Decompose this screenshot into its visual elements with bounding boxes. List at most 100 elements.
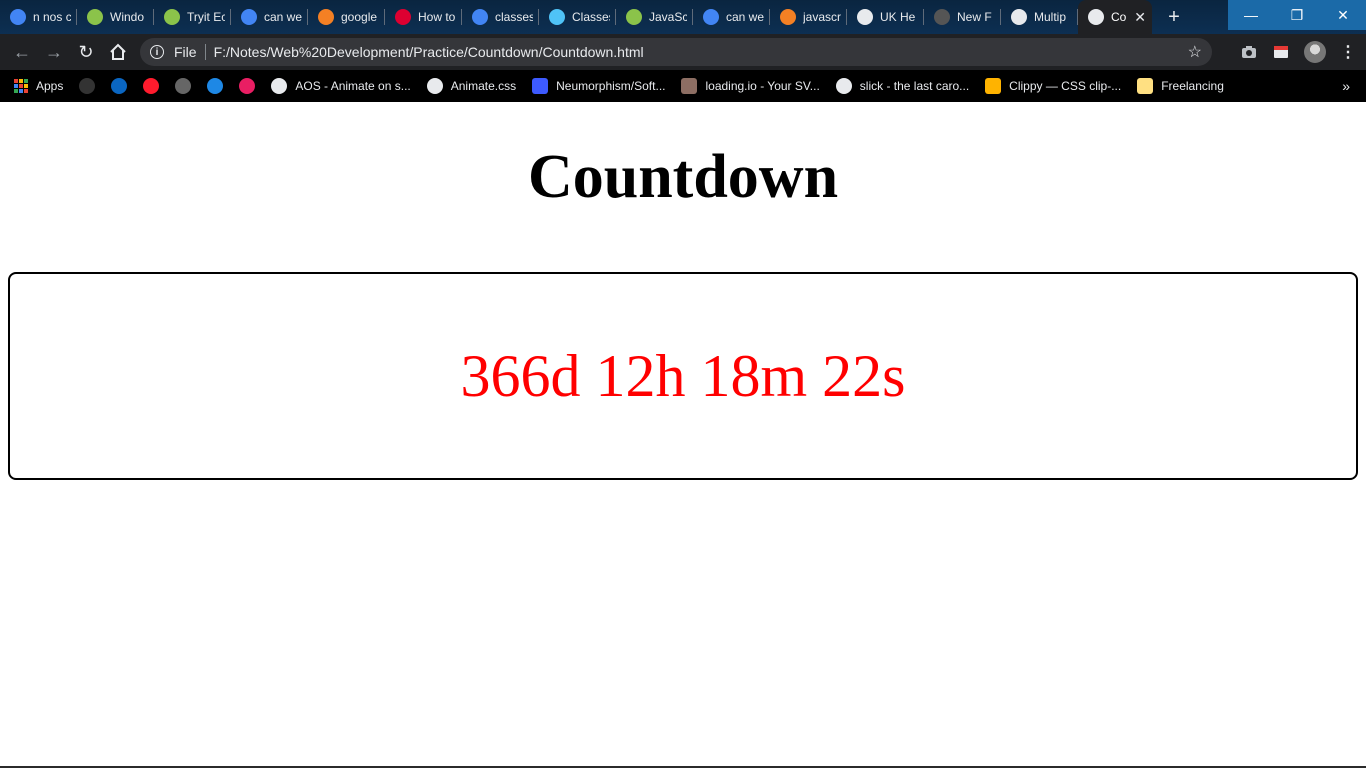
toolbar-extensions: ⋮ [1240, 34, 1356, 70]
window-controls: — ❐ ✕ [1228, 0, 1366, 30]
stackoverflow-icon [318, 9, 334, 25]
tab-list: n nos c Windo Tryit Ec can we google How to cl… [0, 0, 1152, 34]
maximize-button[interactable]: ❐ [1274, 0, 1320, 30]
home-icon [110, 43, 126, 60]
bookmark-item[interactable]: Animate.css [426, 78, 517, 94]
tab[interactable]: Tryit Ec [154, 0, 231, 34]
bookmark-label: Neumorphism/Soft... [556, 79, 666, 93]
tab[interactable]: javascr [770, 0, 847, 34]
tab[interactable]: can we [231, 0, 308, 34]
reload-button[interactable]: ↻ [70, 36, 102, 68]
bookmark-label: loading.io - Your SV... [705, 79, 820, 93]
camera-icon[interactable] [1240, 43, 1258, 61]
omnibox-divider [204, 44, 206, 60]
bookmark-label: Clippy — CSS clip-... [1009, 79, 1122, 93]
google-icon [10, 9, 26, 25]
close-window-button[interactable]: ✕ [1320, 0, 1366, 30]
arrow-right-icon: → [45, 41, 63, 62]
tab[interactable]: google [308, 0, 385, 34]
bookmark-label: AOS - Animate on s... [295, 79, 411, 93]
google-icon [472, 9, 488, 25]
tab[interactable]: can we [693, 0, 770, 34]
forward-button[interactable]: → [38, 36, 70, 68]
bookmark-item[interactable]: Clippy — CSS clip-... [985, 78, 1121, 94]
info-icon[interactable]: i [150, 45, 164, 59]
bookmark-star-icon[interactable]: ☆ [1188, 42, 1202, 62]
tab-title: n nos c [33, 10, 71, 24]
tab-title: Tryit Ec [187, 10, 225, 24]
bookmark-item[interactable]: Freelancing [1137, 78, 1224, 94]
bookmark-label: slick - the last caro... [859, 79, 970, 93]
opera-icon [143, 78, 160, 94]
tab-active[interactable]: Co ✕ [1078, 0, 1152, 34]
address-bar[interactable]: i File F:/Notes/Web%20Development/Practi… [140, 38, 1212, 66]
url-text[interactable]: F:/Notes/Web%20Development/Practice/Coun… [214, 44, 644, 60]
tab-title: Multip [1034, 10, 1067, 24]
w3schools-icon [87, 9, 103, 25]
tab-title: google [341, 10, 378, 24]
globe-icon [271, 78, 288, 94]
flag-icon [207, 78, 224, 94]
url-scheme: File [174, 44, 197, 60]
tab[interactable]: n nos c [0, 0, 77, 34]
globe-icon [857, 9, 873, 25]
js-icon [239, 78, 256, 94]
neumorphism-icon [532, 78, 549, 94]
tab[interactable]: Multip [1001, 0, 1078, 34]
more-bookmarks-button[interactable]: » [1342, 78, 1350, 94]
bookmark-icon-only[interactable] [175, 78, 192, 94]
bookmark-apps[interactable]: Apps [14, 79, 63, 93]
globe-icon [835, 78, 852, 94]
bookmark-icon-only[interactable] [143, 78, 160, 94]
tab-title: can we [726, 10, 764, 24]
profile-avatar[interactable] [1304, 41, 1326, 63]
bookmark-label: Animate.css [450, 79, 517, 93]
tab[interactable]: How to [385, 0, 462, 34]
bookmark-icon-only[interactable] [239, 78, 256, 94]
page-content: Countdown 366d 12h 18m 22s [0, 102, 1366, 768]
tab-strip: n nos c Windo Tryit Ec can we google How to cl… [0, 0, 1366, 34]
tab[interactable]: Classes [539, 0, 616, 34]
countdown-box: 366d 12h 18m 22s [8, 272, 1358, 480]
home-button[interactable] [102, 36, 134, 68]
loadingio-icon [681, 78, 698, 94]
tab[interactable]: New F [924, 0, 1001, 34]
page-title: Countdown [527, 143, 839, 211]
sphere-icon [175, 78, 192, 94]
bookmark-item[interactable]: slick - the last caro... [835, 78, 970, 94]
tab-title: How to [418, 10, 456, 24]
tab[interactable]: JavaSc [616, 0, 693, 34]
linkedin-icon [111, 78, 128, 94]
globe-icon [1011, 9, 1027, 25]
extension-icon[interactable] [1272, 43, 1290, 61]
bookmark-icon-only[interactable] [111, 78, 128, 94]
arrow-left-icon: ← [13, 41, 31, 62]
w3schools-icon [626, 9, 642, 25]
bookmark-item[interactable]: AOS - Animate on s... [271, 78, 411, 94]
back-button[interactable]: ← [6, 36, 38, 68]
close-tab-icon[interactable]: ✕ [1134, 9, 1146, 26]
tab-title: Classes [572, 10, 610, 24]
bookmark-apps-label: Apps [36, 79, 64, 93]
browser-toolbar: ← → ↻ i File F:/Notes/Web%20Development/… [0, 34, 1366, 70]
folder-icon [1137, 78, 1154, 94]
github-icon [79, 78, 96, 94]
apps-grid-icon [14, 79, 28, 93]
tab[interactable]: Windo [77, 0, 154, 34]
tab-title: Windo [110, 10, 145, 24]
angular-icon [395, 9, 411, 25]
bookmark-item[interactable]: loading.io - Your SV... [681, 78, 820, 94]
bird-icon [549, 9, 565, 25]
bookmark-item[interactable]: Neumorphism/Soft... [532, 78, 665, 94]
globe-icon [1088, 9, 1104, 25]
new-tab-button[interactable]: + [1160, 3, 1188, 31]
bookmarks-bar: Apps AOS - Animate on s... Animate.css Neu… [0, 70, 1366, 102]
tab[interactable]: classes [462, 0, 539, 34]
minimize-button[interactable]: — [1228, 0, 1274, 30]
tab[interactable]: UK He [847, 0, 924, 34]
bookmark-icon-only[interactable] [207, 78, 224, 94]
w3schools-icon [164, 9, 180, 25]
bookmark-icon-only[interactable] [79, 78, 96, 94]
menu-kebab-icon[interactable]: ⋮ [1340, 42, 1356, 62]
clippy-icon [985, 78, 1002, 94]
